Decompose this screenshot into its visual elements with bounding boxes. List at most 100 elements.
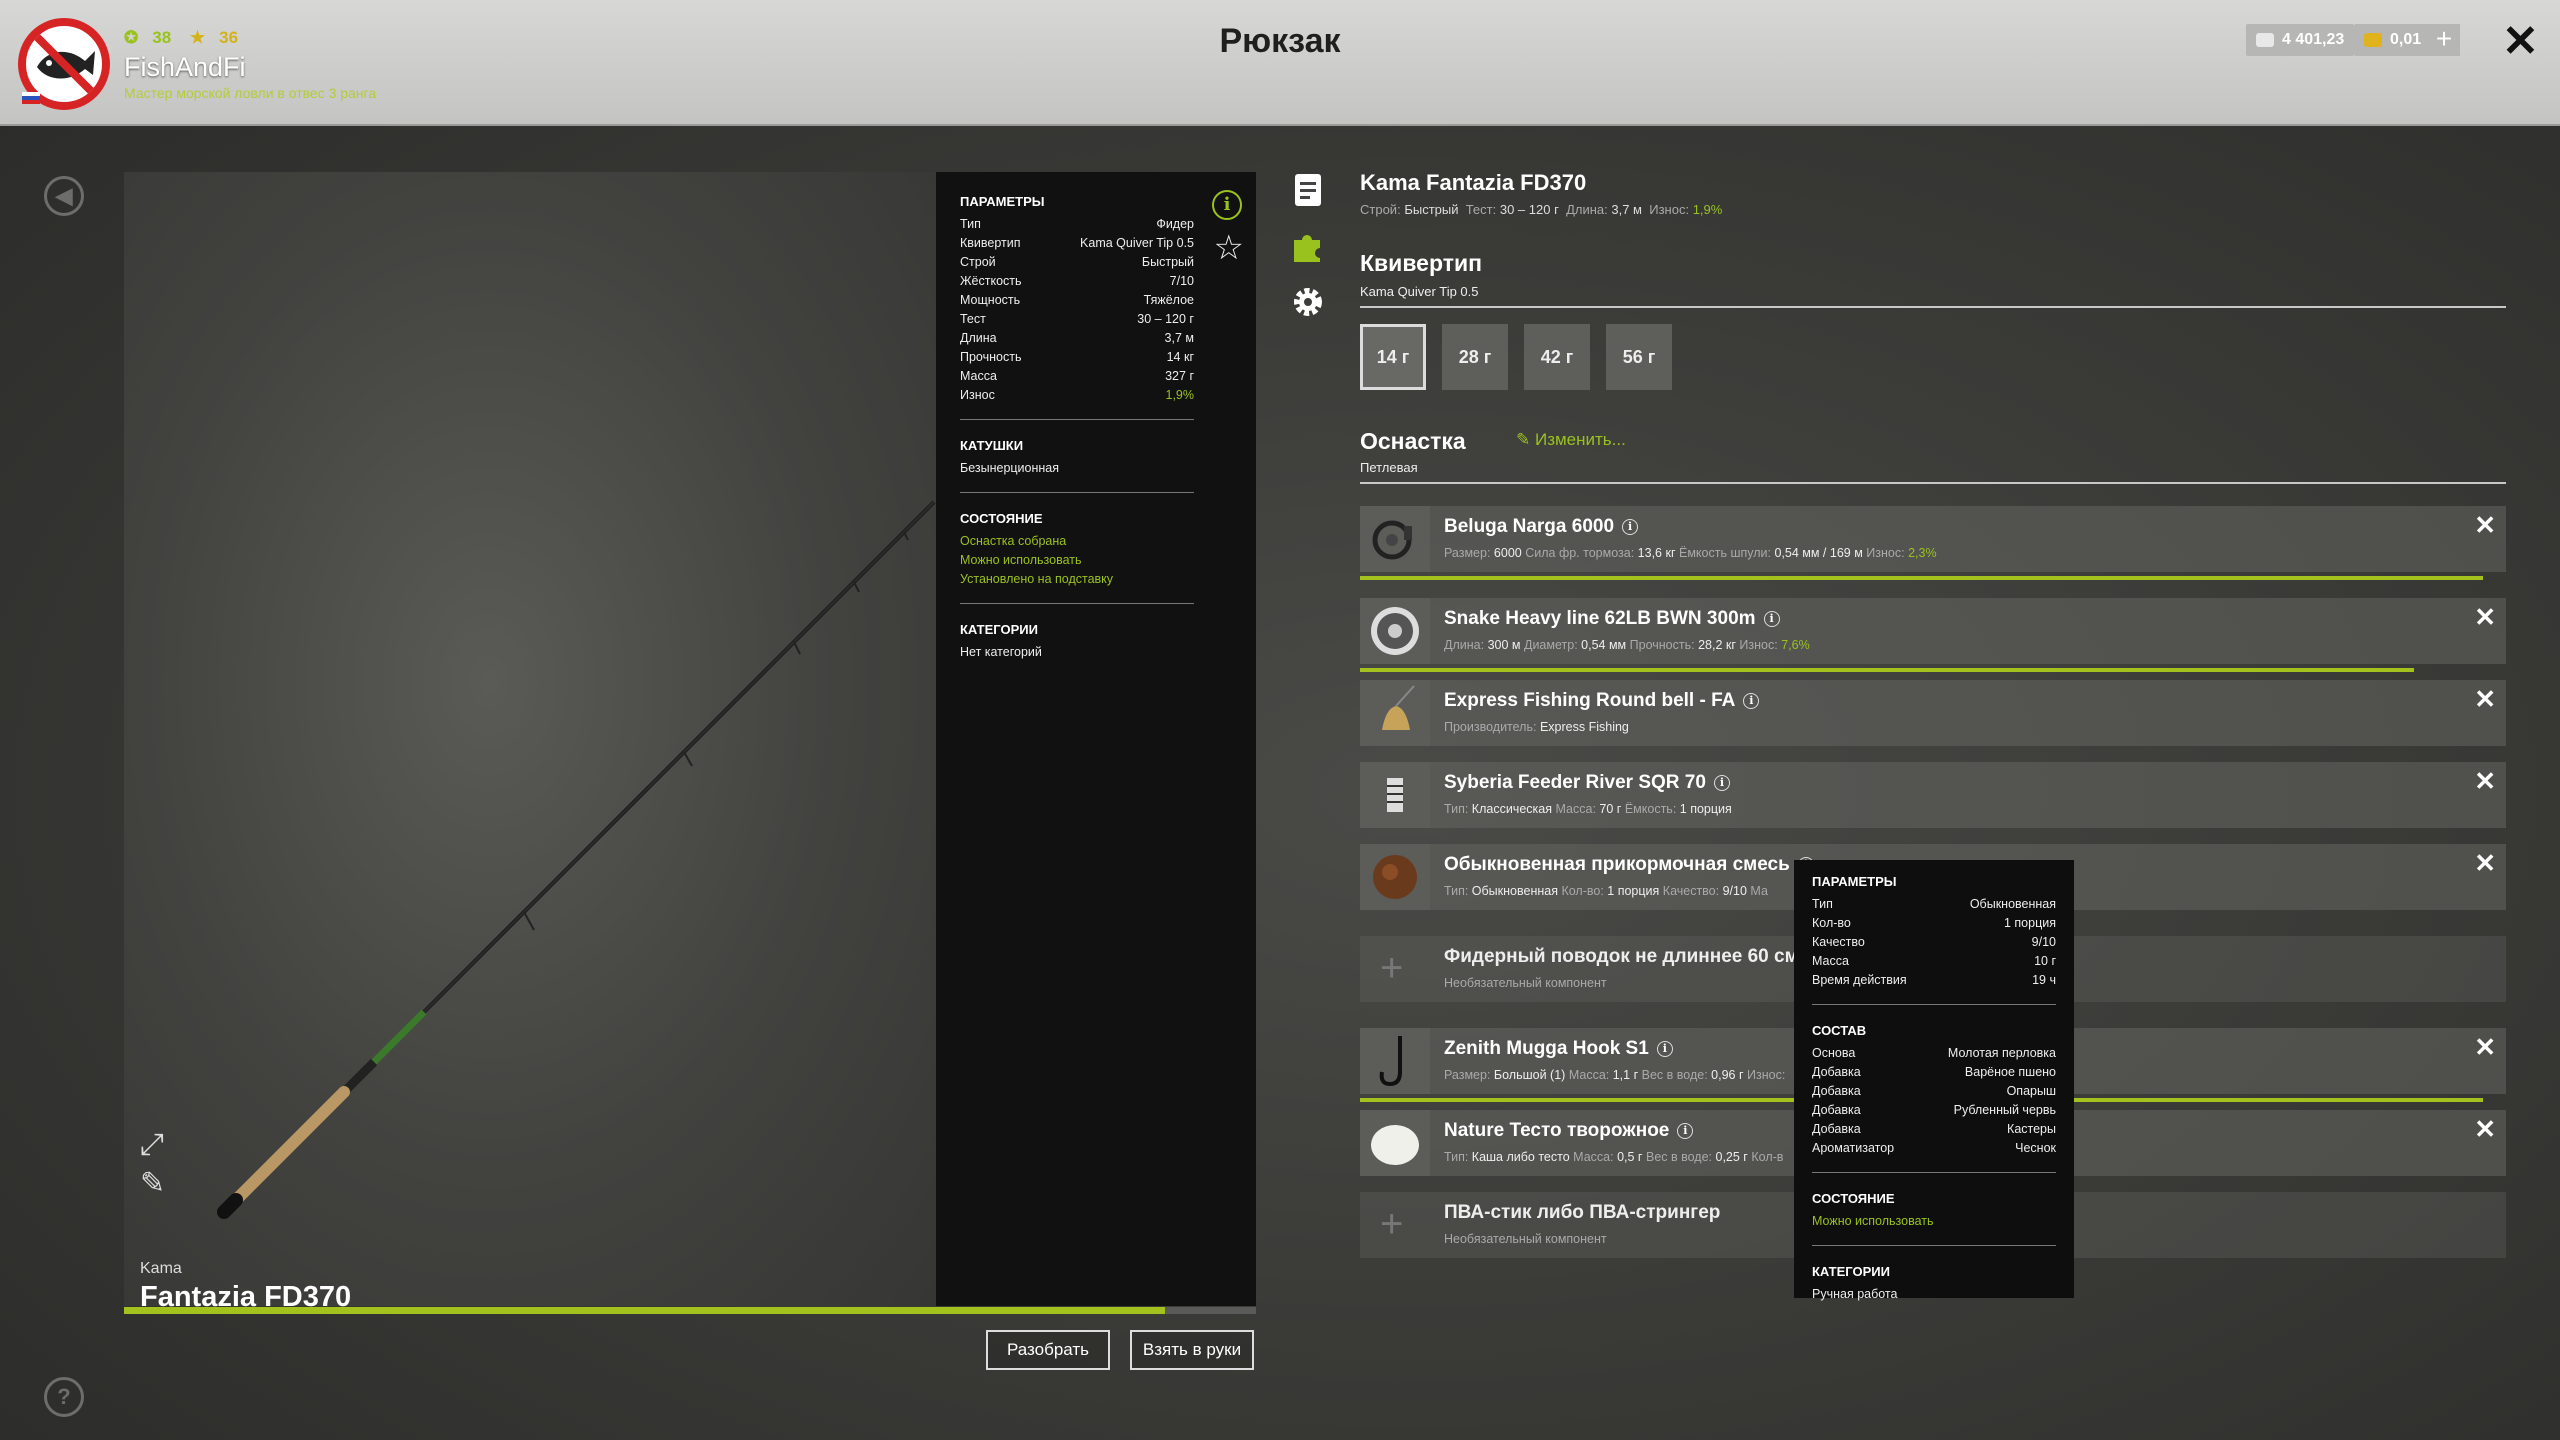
component-details: Размер: 6000 Сила фр. тормоза: 13,6 кг Ё… (1444, 546, 1937, 560)
edit-rig-link[interactable]: ✎ Изменить... (1516, 430, 1626, 450)
param-value: Варёное пшено (1964, 1065, 2056, 1079)
info-icon[interactable]: i (1212, 190, 1242, 220)
gold-balance[interactable]: 0,01 (2354, 24, 2432, 56)
rig-component-row[interactable]: Beluga Narga 6000 i Размер: 6000 Сила фр. … (1360, 506, 2506, 572)
take-in-hands-button[interactable]: Взять в руки (1130, 1330, 1254, 1370)
brush-icon[interactable]: ✎ (140, 1166, 165, 1201)
component-name-text: Syberia Feeder River SQR 70 (1444, 772, 1706, 793)
tooltip-composition-title: СОСТАВ (1812, 1023, 1867, 1038)
detail-key: Диаметр: (1523, 638, 1578, 652)
rig-component-row[interactable]: Syberia Feeder River SQR 70 i Тип: Классич… (1360, 762, 2506, 828)
remove-component-icon[interactable]: ✕ (2474, 684, 2496, 715)
rod-wear-fill (124, 1307, 1166, 1314)
component-name: Snake Heavy line 62LB BWN 300m i (1444, 608, 1780, 630)
component-thumbnail (1360, 1028, 1430, 1094)
info-icon[interactable]: i (1743, 693, 1760, 709)
detail-key: Масса: (1555, 802, 1596, 816)
info-icon[interactable]: i (1656, 1041, 1673, 1057)
fullscreen-icon[interactable]: ⤢ (140, 1128, 164, 1162)
component-thumbnail: + (1360, 936, 1430, 1002)
add-component-icon[interactable]: + (1380, 948, 1403, 988)
component-name-text: Фидерный поводок не длиннее 60 см (1444, 946, 1799, 967)
item-tooltip: ПАРАМЕТРЫ Тип Обыкновенная Кол-во 1 порция К… (1794, 860, 2074, 1301)
favorite-star-icon[interactable]: ☆ (1214, 228, 1244, 268)
component-name-text: Nature Тесто творожное (1444, 1120, 1670, 1141)
add-component-icon[interactable]: + (1380, 1204, 1403, 1244)
component-details: Производитель: Express Fishing (1444, 720, 1629, 734)
param-value: 7/10 (1169, 274, 1194, 288)
detail-value: 9/10 (1722, 884, 1747, 898)
info-icon[interactable]: i (1622, 519, 1639, 535)
tooltip-composition: Основа Молотая перловка Добавка Варёное пше… (1812, 1044, 2056, 1158)
param-key: Основа (1812, 1046, 1856, 1060)
component-name: Обыкновенная прикормочная смесьi (1444, 854, 1814, 876)
rod-preview[interactable]: ⤢ ✎ Kama Fantazia FD370 (124, 172, 936, 1313)
param-key: Мощность (960, 293, 1021, 307)
param-row: Кол-во 1 порция (1812, 914, 2056, 933)
quiver-option[interactable]: 14 г (1360, 324, 1426, 390)
params-title: ПАРАМЕТРЫ (960, 194, 1045, 209)
param-value: 1 порция (2003, 916, 2056, 930)
gear-icon[interactable] (1290, 284, 1326, 320)
component-name: Zenith Mugga Hook S1 i (1444, 1038, 1673, 1060)
component-name-text: Snake Heavy line 62LB BWN 300m (1444, 608, 1756, 629)
component-name-text: Beluga Narga 6000 (1444, 516, 1615, 537)
param-value: Опарыш (2006, 1084, 2056, 1098)
rod-title: Kama Fantazia FD370 (1360, 170, 1587, 195)
info-icon[interactable]: i (1677, 1123, 1694, 1139)
quiver-option[interactable]: 28 г (1442, 324, 1508, 390)
component-thumbnail (1360, 1110, 1430, 1176)
detail-value: 0,96 г (1711, 1068, 1744, 1082)
detail-value: Классическая (1471, 802, 1552, 816)
close-icon[interactable]: ✕ (2502, 16, 2539, 67)
player-rank: Мастер морской ловли в отвес 3 ранга (124, 85, 377, 101)
param-key: Длина (960, 331, 997, 345)
component-thumbnail: + (1360, 1192, 1430, 1258)
remove-component-icon[interactable]: ✕ (2474, 510, 2496, 541)
edit-icon: ✎ (1516, 430, 1531, 449)
param-value: 19 ч (2032, 973, 2056, 987)
param-value: Kama Quiver Tip 0.5 (1080, 236, 1194, 250)
rod-summary-key: Тест: (1465, 202, 1497, 217)
component-name-text: ПВА-стик либо ПВА-стрингер (1444, 1202, 1721, 1223)
remove-component-icon[interactable]: ✕ (2474, 1114, 2496, 1145)
detail-key: Кол-во: (1561, 884, 1604, 898)
info-icon[interactable]: i (1713, 775, 1730, 791)
rod-summary-value: 1,9% (1692, 202, 1723, 217)
param-key: Жёсткость (960, 274, 1022, 288)
quiver-option[interactable]: 56 г (1606, 324, 1672, 390)
param-value: Рубленный червь (1953, 1103, 2056, 1117)
component-wear-bar (1360, 668, 2414, 672)
back-icon[interactable]: ◀ (44, 176, 84, 216)
param-value: 327 г (1165, 369, 1194, 383)
help-icon[interactable]: ? (44, 1377, 84, 1417)
param-key: Тип (1812, 897, 1833, 911)
rod-summary-key: Длина: (1566, 202, 1608, 217)
param-value: 9/10 (2031, 935, 2056, 949)
description-icon[interactable] (1290, 172, 1326, 208)
rig-component-row[interactable]: Express Fishing Round bell - FA i Производ… (1360, 680, 2506, 746)
silver-coin-icon (2256, 33, 2274, 47)
info-icon[interactable]: i (1763, 611, 1780, 627)
silver-balance[interactable]: 4 401,23 (2246, 24, 2355, 56)
top-bar: ✪ 38 ★ 36 FishAndFi Мастер морской ловли в… (0, 0, 2560, 126)
disassemble-button[interactable]: Разобрать (986, 1330, 1110, 1370)
param-row: Тип Обыкновенная (1812, 895, 2056, 914)
param-key: Прочность (960, 350, 1022, 364)
puzzle-icon[interactable] (1290, 228, 1326, 264)
remove-component-icon[interactable]: ✕ (2474, 602, 2496, 633)
add-currency-button[interactable]: + (2428, 24, 2460, 56)
remove-component-icon[interactable]: ✕ (2474, 766, 2496, 797)
quiver-option[interactable]: 42 г (1524, 324, 1590, 390)
remove-component-icon[interactable]: ✕ (2474, 1032, 2496, 1063)
rod-summary-key: Строй: (1360, 202, 1401, 217)
param-key: Время действия (1812, 973, 1907, 987)
param-row: Добавка Рубленный червь (1812, 1101, 2056, 1120)
component-details: Тип: Классическая Масса: 70 г Ёмкость: 1… (1444, 802, 1732, 816)
quiver-subtitle: Kama Quiver Tip 0.5 (1360, 284, 1479, 299)
remove-component-icon[interactable]: ✕ (2474, 848, 2496, 879)
rig-component-row[interactable]: Snake Heavy line 62LB BWN 300m i Длина: 30… (1360, 598, 2506, 664)
param-row: Масса 10 г (1812, 952, 2056, 971)
param-row: Основа Молотая перловка (1812, 1044, 2056, 1063)
param-row: Качество 9/10 (1812, 933, 2056, 952)
